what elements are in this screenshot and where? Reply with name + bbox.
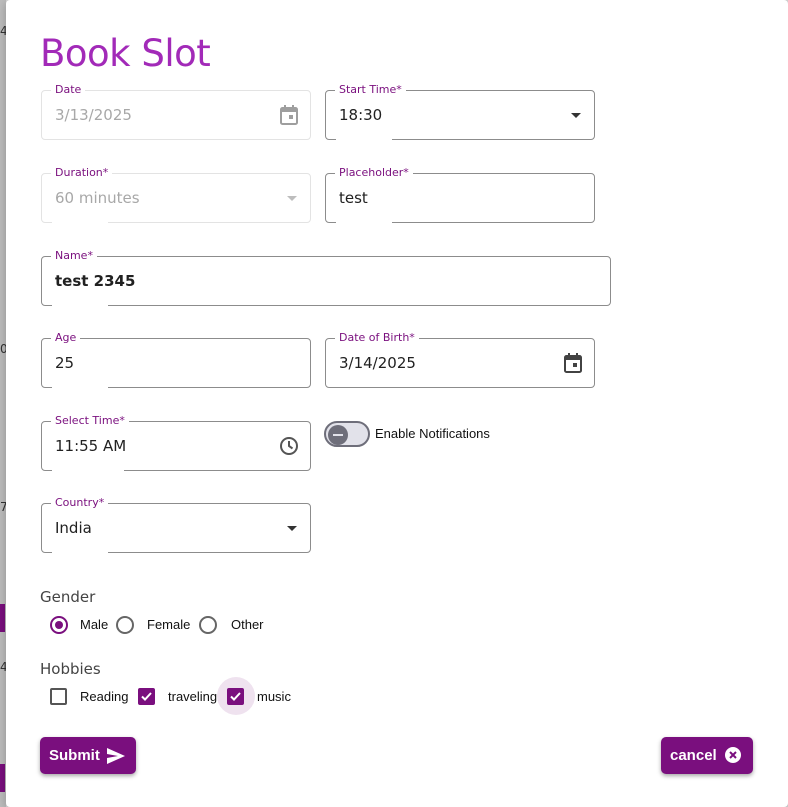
book-slot-dialog: Book Slot Date 3/13/2025 Start Time* 18:… [6,0,788,807]
field-underline [52,552,108,553]
start-time-value: 18:30 [339,106,383,124]
submit-label: Submit [49,747,100,764]
country-label: Country* [51,496,109,510]
field-underline [336,139,392,140]
start-time-select[interactable]: Start Time* 18:30 [325,83,595,140]
clock-icon[interactable] [278,435,300,457]
dropdown-caret-icon [287,196,297,201]
gender-radio-female[interactable] [116,616,134,634]
gender-option-label: Female [147,617,191,632]
field-underline [52,387,108,388]
cancel-button[interactable]: cancel [661,737,753,774]
hobby-checkbox-reading[interactable] [50,688,67,705]
send-icon [106,746,126,766]
notifications-toggle[interactable] [324,420,372,450]
age-input[interactable]: Age 25 [41,331,311,388]
gender-option-label: Male [80,617,109,632]
select-time-label: Select Time* [51,414,129,428]
hobby-option-label: music [257,689,291,704]
placeholder-input[interactable]: Placeholder* test [325,166,595,223]
start-time-label: Start Time* [335,83,406,97]
date-label: Date [51,83,86,97]
date-of-birth-input[interactable]: Date of Birth* 3/14/2025 [325,331,595,388]
name-input[interactable]: Name* test 2345 [41,249,611,306]
calendar-icon[interactable] [562,352,584,374]
gender-heading: Gender [40,588,96,606]
duration-value: 60 minutes [55,189,140,207]
gender-option-label: Other [231,617,264,632]
date-of-birth-label: Date of Birth* [335,331,419,345]
age-value: 25 [55,354,75,372]
field-underline [52,222,108,223]
select-time-value: 11:55 AM [55,437,127,455]
field-underline [52,305,108,306]
duration-select: Duration* 60 minutes [41,166,311,223]
dropdown-caret-icon[interactable] [287,526,297,531]
hobbies-heading: Hobbies [40,660,101,678]
hobby-checkbox-traveling[interactable] [138,688,155,705]
date-of-birth-value: 3/14/2025 [339,354,416,372]
placeholder-value: test [339,189,368,207]
field-underline [52,470,124,471]
toggle-off-icon [328,425,348,445]
close-circle-icon [723,746,743,766]
duration-label: Duration* [51,166,113,180]
gender-radio-male[interactable] [50,616,68,634]
age-label: Age [51,331,81,345]
dialog-title: Book Slot [40,32,211,75]
gender-radio-other[interactable] [199,616,217,634]
name-value: test 2345 [55,272,136,290]
country-select[interactable]: Country* India [41,496,311,553]
dropdown-caret-icon[interactable] [571,113,581,118]
date-field: Date 3/13/2025 [41,83,311,140]
calendar-icon [278,104,300,126]
hobby-option-label: Reading [80,689,129,704]
submit-button[interactable]: Submit [40,737,136,774]
notifications-label: Enable Notifications [375,426,490,441]
hobby-option-label: traveling [168,689,218,704]
name-label: Name* [51,249,97,263]
select-time-input[interactable]: Select Time* 11:55 AM [41,414,311,471]
country-value: India [55,519,92,537]
checkmark-icon [230,692,241,701]
background-accent-mark [0,764,5,792]
placeholder-label: Placeholder* [335,166,413,180]
hobby-checkbox-music[interactable] [227,688,244,705]
background-accent-mark [0,604,5,632]
cancel-label: cancel [670,747,717,764]
checkmark-icon [141,692,152,701]
date-value: 3/13/2025 [55,106,132,124]
field-underline [336,222,392,223]
